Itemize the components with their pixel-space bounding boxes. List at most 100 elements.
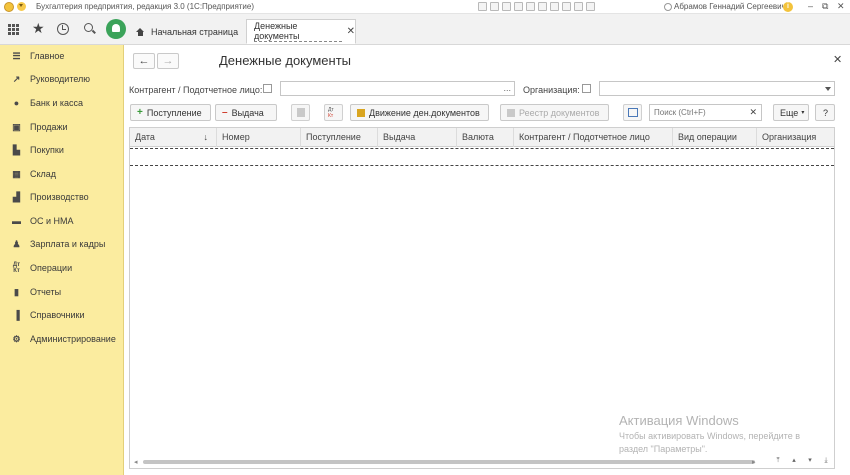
copy-icon xyxy=(297,108,305,117)
minus-icon: – xyxy=(222,107,228,118)
receipt-button[interactable]: + Поступление xyxy=(130,104,211,121)
column-header-currency[interactable]: Валюта xyxy=(457,128,514,147)
document-registry-button[interactable]: Реестр документов xyxy=(500,104,609,121)
search-input[interactable] xyxy=(650,105,750,120)
scroll-down-icon[interactable]: ▾ xyxy=(805,457,815,465)
organization-field[interactable] xyxy=(599,81,835,96)
history-icon[interactable] xyxy=(57,23,69,35)
cart-icon: ▙ xyxy=(13,144,20,155)
find-icon[interactable] xyxy=(502,2,511,11)
chevron-down-icon: ▾ xyxy=(801,110,805,116)
help-button[interactable]: ? xyxy=(815,104,835,121)
issue-button[interactable]: – Выдача xyxy=(215,104,277,121)
organization-checkbox[interactable] xyxy=(582,84,591,93)
scroll-bottom-icon[interactable]: ⤓ xyxy=(821,457,831,465)
dropdown-arrow-icon[interactable] xyxy=(825,87,831,94)
more-label: Еще xyxy=(780,107,799,118)
search-field[interactable]: ✕ xyxy=(649,104,762,121)
factory-icon: ▟ xyxy=(13,191,20,202)
system-toolbar xyxy=(478,2,595,11)
column-header-label: Вид операции xyxy=(678,132,737,142)
user-name[interactable]: Абрамов Геннадий Сергеевич xyxy=(664,2,786,11)
sidebar-item-label: Банк и касса xyxy=(30,98,83,108)
app-menu-icon[interactable] xyxy=(17,2,26,11)
column-header-operation-type[interactable]: Вид операции xyxy=(673,128,757,147)
more-button[interactable]: Еще ▾ xyxy=(773,104,809,121)
scroll-left-icon[interactable]: ◂ xyxy=(134,458,138,466)
counterparty-field[interactable]: ... xyxy=(280,81,515,96)
user-icon xyxy=(664,2,672,11)
favorites-icon[interactable]: ★ xyxy=(32,20,45,37)
calendar-icon[interactable] xyxy=(538,2,547,11)
close-form-icon[interactable]: ✕ xyxy=(833,53,842,66)
sidebar-item-label: Руководителю xyxy=(30,74,91,84)
sidebar-item-warehouse[interactable]: ▦ Склад xyxy=(0,163,124,185)
sidebar-item-salary[interactable]: ♟ Зарплата и кадры xyxy=(0,233,124,255)
restore-icon[interactable]: ⧉ xyxy=(822,1,828,12)
sections-menu-icon[interactable] xyxy=(8,24,19,35)
horizontal-scrollbar[interactable] xyxy=(143,460,755,464)
table-row[interactable] xyxy=(130,148,834,166)
tab-home[interactable]: Начальная страница xyxy=(128,19,245,44)
scroll-top-icon[interactable]: ⤒ xyxy=(773,457,783,465)
forward-button[interactable]: → xyxy=(157,53,179,69)
table-header: Дата ↓ Номер Поступление Выдача Валюта К… xyxy=(130,128,834,147)
scroll-right-icon[interactable]: ▸ xyxy=(752,458,756,466)
column-header-issue[interactable]: Выдача xyxy=(378,128,457,147)
windows-activation-watermark: Активация Windows Чтобы активировать Win… xyxy=(619,413,800,454)
sidebar-item-label: Склад xyxy=(30,169,57,179)
counterparty-checkbox[interactable] xyxy=(263,84,272,93)
sidebar-item-label: Продажи xyxy=(30,122,68,132)
clear-search-icon[interactable]: ✕ xyxy=(749,107,757,118)
info-icon[interactable]: i xyxy=(783,2,793,12)
tab-close-icon[interactable]: ✕ xyxy=(347,26,355,37)
tab-money-documents[interactable]: Денежные документы ✕ xyxy=(246,19,356,44)
sidebar-item-sales[interactable]: ▣ Продажи xyxy=(0,116,124,138)
back-button[interactable]: ← xyxy=(133,53,155,69)
money-movement-label: Движение ден.документов xyxy=(369,107,480,118)
sidebar-item-label: Отчеты xyxy=(30,287,62,297)
sidebar-item-purchases[interactable]: ▙ Покупки xyxy=(0,139,124,161)
column-header-counterparty[interactable]: Контрагент / Подотчетное лицо xyxy=(514,128,673,147)
sidebar-item-operations[interactable]: Дт Кт Операции xyxy=(0,257,124,279)
sidebar-item-fixed-assets[interactable]: ▬ ОС и НМА xyxy=(0,210,124,232)
sidebar-item-label: Администрирование xyxy=(30,334,116,344)
column-header-receipt[interactable]: Поступление xyxy=(301,128,378,147)
print-icon[interactable] xyxy=(478,2,487,11)
advanced-search-button[interactable] xyxy=(623,104,642,121)
search-icon[interactable] xyxy=(84,23,93,32)
copy-button[interactable] xyxy=(291,104,310,121)
money-movement-button[interactable]: Движение ден.документов xyxy=(350,104,489,121)
sidebar-item-label: Операции xyxy=(30,263,73,273)
sidebar-item-main[interactable]: ☰ Главное xyxy=(0,45,124,67)
memory-icon[interactable] xyxy=(562,2,571,11)
calculator-icon[interactable] xyxy=(550,2,559,11)
sort-down-icon[interactable]: ↓ xyxy=(204,128,209,147)
zoom-icon[interactable] xyxy=(574,2,583,11)
minimize-icon[interactable]: – xyxy=(808,1,813,11)
download-icon[interactable] xyxy=(514,2,523,11)
scroll-up-icon[interactable]: ▴ xyxy=(789,457,799,465)
bag-icon: ▣ xyxy=(12,121,21,132)
save-icon[interactable] xyxy=(490,2,499,11)
window-close-icon[interactable]: ✕ xyxy=(837,1,845,12)
column-header-number[interactable]: Номер xyxy=(217,128,301,147)
spreadsheet-icon[interactable] xyxy=(526,2,535,11)
sidebar-item-label: Покупки xyxy=(30,145,64,155)
window-icon[interactable] xyxy=(586,2,595,11)
dt-kt-icon: Дт Кт xyxy=(12,262,21,274)
column-header-date[interactable]: Дата ↓ xyxy=(130,128,217,147)
select-dots-icon[interactable]: ... xyxy=(503,83,511,93)
sidebar-item-label: Справочники xyxy=(30,310,85,320)
sidebar-item-manager[interactable]: ↗ Руководителю xyxy=(0,68,124,90)
sidebar-item-reports[interactable]: ▮ Отчеты xyxy=(0,281,124,303)
sidebar-item-admin[interactable]: ⚙ Администрирование xyxy=(0,328,124,350)
column-header-label: Контрагент / Подотчетное лицо xyxy=(519,132,650,142)
dt-kt-button[interactable]: Дт Кт xyxy=(324,104,343,121)
trend-icon: ↗ xyxy=(12,73,21,84)
sidebar-item-bank[interactable]: ● Банк и касса xyxy=(0,92,124,114)
sidebar-item-production[interactable]: ▟ Производство xyxy=(0,186,124,208)
sidebar-item-directories[interactable]: ▐ Справочники xyxy=(0,304,124,326)
column-header-organization[interactable]: Организация xyxy=(757,128,834,147)
notification-bell-icon[interactable] xyxy=(106,19,126,39)
